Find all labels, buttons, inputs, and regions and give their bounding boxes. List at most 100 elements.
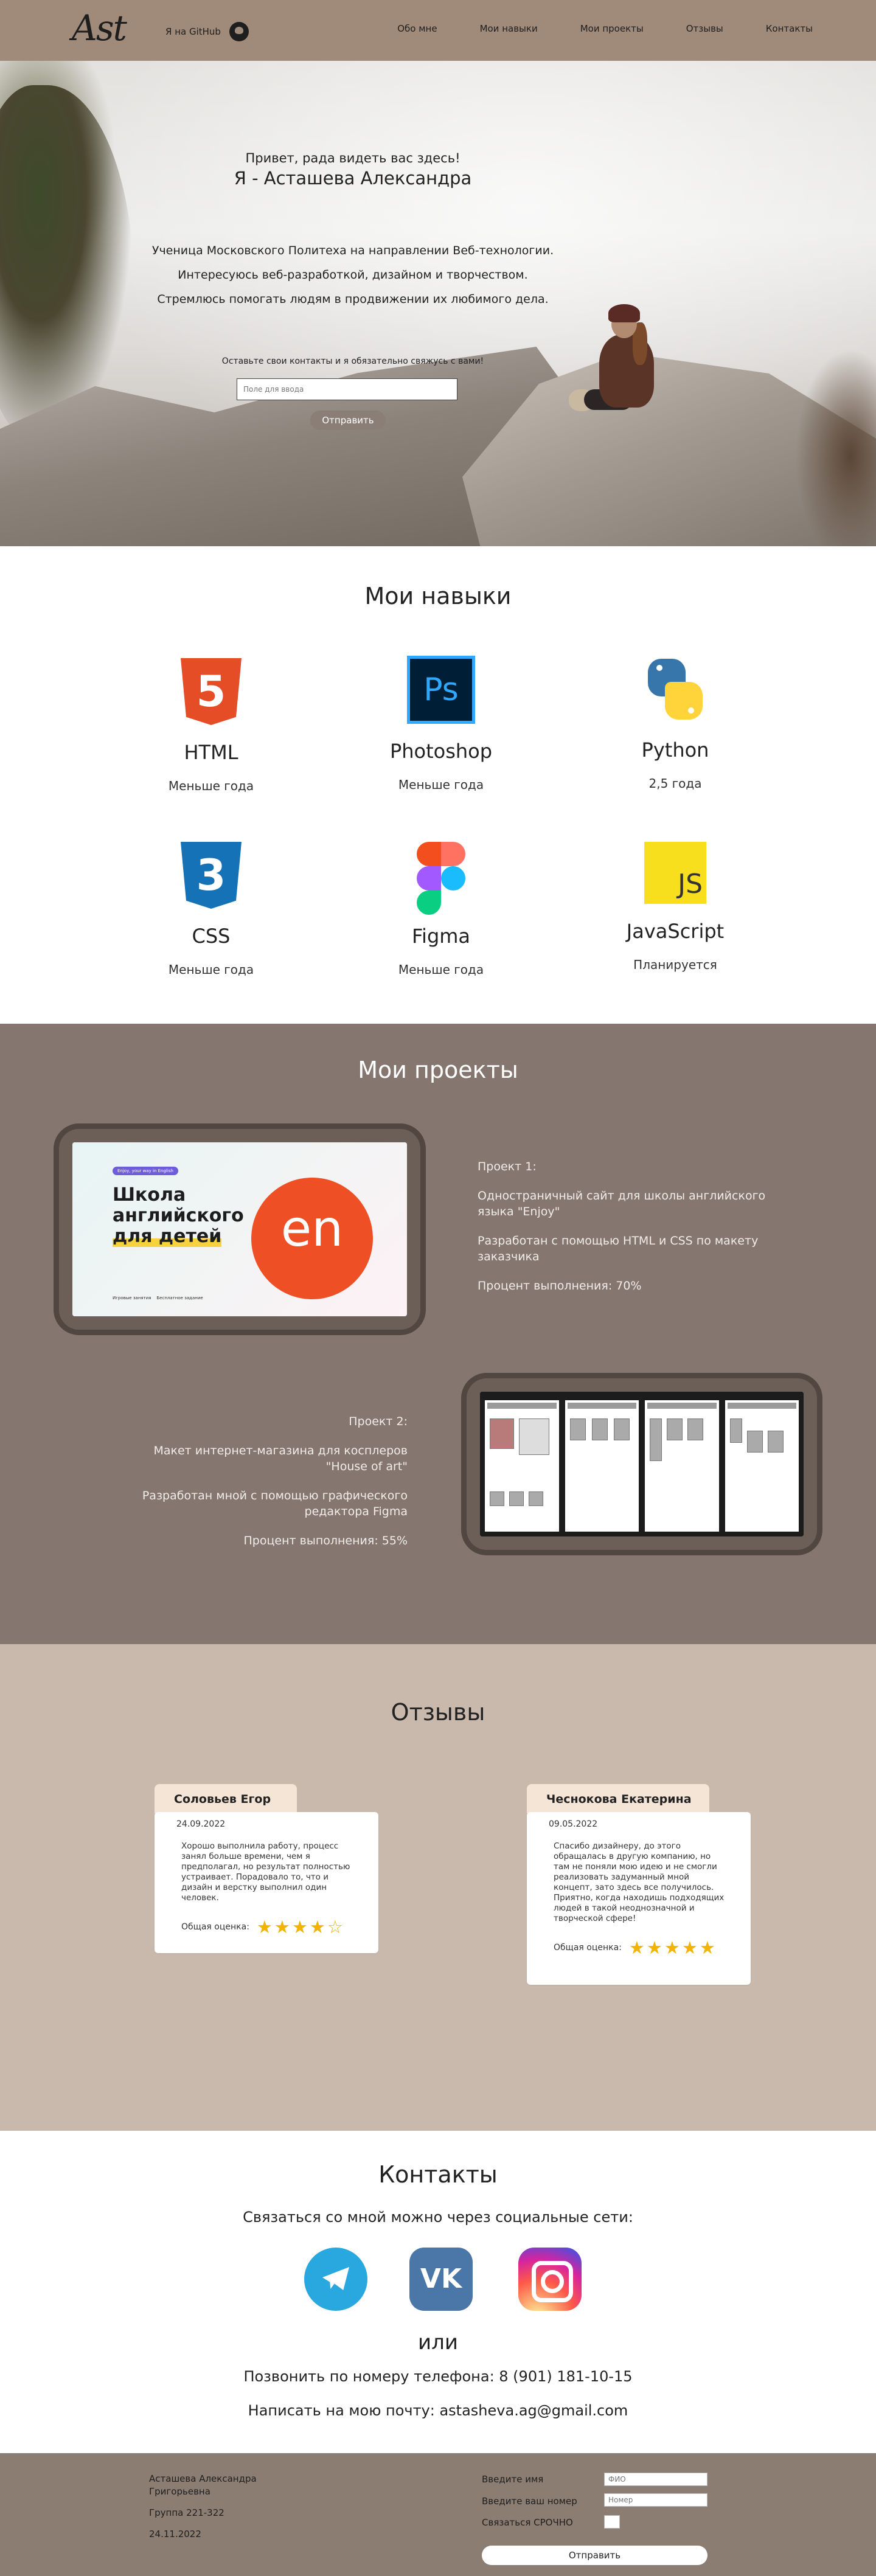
hero-greeting: Привет, рада видеть вас здесь! bbox=[245, 151, 461, 165]
hero-tree-image bbox=[791, 341, 876, 546]
skill-name: CSS bbox=[192, 925, 231, 948]
nav-item-projects[interactable]: Мои проекты bbox=[580, 23, 644, 34]
telegram-icon[interactable] bbox=[304, 2248, 367, 2311]
footer-name-input[interactable] bbox=[604, 2473, 707, 2486]
skill-javascript: JS JavaScript Планируется bbox=[560, 842, 791, 972]
javascript-icon: JS bbox=[644, 842, 706, 904]
header: Ast Я на GitHub Обо мне Мои навыки Мои п… bbox=[0, 0, 876, 61]
send-button[interactable]: Отправить bbox=[310, 411, 386, 430]
logo[interactable]: Ast bbox=[72, 7, 127, 49]
project-progress: Процент выполнения: 70% bbox=[478, 1279, 642, 1293]
project-tech: Разработан с помощью HTML и CSS по макет… bbox=[478, 1234, 759, 1263]
skill-name: HTML bbox=[184, 741, 238, 764]
projects-title: Мои проекты bbox=[358, 1057, 518, 1083]
skill-name: JavaScript bbox=[626, 920, 725, 943]
skill-level: Меньше года bbox=[168, 962, 254, 977]
projects-section: Мои проекты Enjoy, your way in English Ш… bbox=[0, 1024, 876, 1644]
hero-about-line: Стремлюсь помогать людям в продвижении и… bbox=[157, 293, 549, 306]
review-score-label: Общая оценка: bbox=[181, 1922, 249, 1932]
skill-level: Планируется bbox=[633, 957, 717, 972]
review-score: Общая оценка: ★★★★★ bbox=[554, 1937, 726, 1958]
skill-html: HTML Меньше года bbox=[96, 658, 327, 793]
review-score-label: Общая оценка: bbox=[554, 1943, 622, 1953]
review-date: 09.05.2022 bbox=[549, 1819, 598, 1829]
review-author: Чеснокова Екатерина bbox=[527, 1784, 709, 1813]
contacts-section: Контакты Связаться со мной можно через с… bbox=[0, 2131, 876, 2453]
skill-css: CSS Меньше года bbox=[96, 842, 327, 977]
review-card: 09.05.2022 Спасибо дизайнеру, до этого о… bbox=[527, 1812, 751, 1985]
github-icon bbox=[229, 22, 249, 41]
enjoy-logo: en bbox=[251, 1178, 373, 1299]
footer-name: Асташева Александра Григорьевна bbox=[149, 2473, 257, 2497]
nav-item-contacts[interactable]: Контакты bbox=[766, 23, 813, 34]
nav-item-reviews[interactable]: Отзывы bbox=[686, 23, 723, 34]
photoshop-icon: Ps bbox=[407, 656, 475, 724]
footer-group: Группа 221-322 bbox=[149, 2507, 224, 2518]
hero-section: Привет, рада видеть вас здесь! Я - Асташ… bbox=[0, 61, 876, 546]
footer-submit-button[interactable]: Отправить bbox=[482, 2546, 707, 2565]
footer-phone-label: Введите ваш номер bbox=[482, 2496, 577, 2507]
skill-level: 2,5 года bbox=[648, 776, 702, 791]
skill-python: Python 2,5 года bbox=[560, 656, 791, 791]
figma-screenshot bbox=[480, 1392, 804, 1536]
hero-about: Ученица Московского Политеха на направле… bbox=[0, 238, 706, 311]
skill-name: Figma bbox=[411, 925, 471, 948]
enjoy-nav bbox=[72, 1147, 407, 1157]
skill-photoshop: Ps Photoshop Меньше года bbox=[325, 656, 557, 792]
contacts-email[interactable]: Написать на мою почту: astasheva.ag@gmai… bbox=[0, 2402, 876, 2419]
review-text: Хорошо выполнила работу, процесс занял б… bbox=[181, 1841, 350, 1903]
project-2-text: Проект 2: Макет интернет-магазина для ко… bbox=[116, 1414, 408, 1562]
skill-name: Photoshop bbox=[389, 740, 493, 763]
footer-date: 24.11.2022 bbox=[149, 2529, 201, 2540]
footer-phone-input[interactable] bbox=[604, 2493, 707, 2507]
contacts-or: или bbox=[418, 2330, 458, 2355]
project-desc: Одностраничный сайт для школы английског… bbox=[478, 1189, 766, 1218]
contacts-title: Контакты bbox=[378, 2161, 498, 2188]
skill-name: Python bbox=[641, 738, 709, 762]
urgent-checkbox[interactable] bbox=[604, 2515, 620, 2529]
skills-title: Мои навыки bbox=[364, 583, 512, 609]
review-author: Соловьев Егор bbox=[155, 1784, 297, 1813]
star-rating-icon: ★★★★★ bbox=[628, 1937, 717, 1958]
github-label: Я на GitHub bbox=[165, 26, 221, 37]
skill-figma: Figma Меньше года bbox=[325, 842, 557, 977]
project-1-preview[interactable]: Enjoy, your way in English Школа английс… bbox=[54, 1123, 426, 1335]
hero-about-line: Ученица Московского Политеха на направле… bbox=[151, 244, 554, 257]
hero-about-line: Интересуюсь веб-разработкой, дизайном и … bbox=[178, 268, 528, 282]
skill-level: Меньше года bbox=[168, 779, 254, 793]
project-desc: Макет интернет-магазина для косплеров "H… bbox=[153, 1444, 408, 1473]
project-1-text: Проект 1: Одностраничный сайт для школы … bbox=[478, 1159, 770, 1307]
html5-icon bbox=[181, 658, 242, 725]
instagram-icon[interactable] bbox=[518, 2248, 582, 2311]
review-text: Спасибо дизайнеру, до этого обращалась в… bbox=[554, 1841, 725, 1923]
skill-level: Меньше года bbox=[398, 962, 484, 977]
vk-icon[interactable]: VK bbox=[409, 2248, 473, 2311]
css3-icon bbox=[181, 842, 242, 909]
footer: Асташева Александра Григорьевна Группа 2… bbox=[0, 2453, 876, 2576]
python-icon bbox=[642, 656, 709, 723]
enjoy-stats: Игровые занятия Бесплатное задание bbox=[113, 1296, 203, 1300]
social-caption: Связаться со мной можно через социальные… bbox=[243, 2209, 633, 2226]
review-date: 24.09.2022 bbox=[176, 1819, 226, 1829]
reviews-title: Отзывы bbox=[391, 1699, 485, 1726]
review-card: 24.09.2022 Хорошо выполнила работу, проц… bbox=[155, 1812, 378, 1953]
project-progress: Процент выполнения: 55% bbox=[243, 1534, 408, 1547]
contacts-phone[interactable]: Позвонить по номеру телефона: 8 (901) 18… bbox=[0, 2368, 876, 2385]
nav-item-skills[interactable]: Мои навыки bbox=[480, 23, 538, 34]
enjoy-badge: Enjoy, your way in English bbox=[113, 1167, 178, 1175]
reviews-section: Отзывы Соловьев Егор 24.09.2022 Хорошо в… bbox=[0, 1644, 876, 2131]
project-label: Проект 1: bbox=[478, 1160, 537, 1173]
enjoy-headline: Школа английского для детей bbox=[113, 1184, 244, 1247]
project-tech: Разработан мной с помощью графического р… bbox=[142, 1489, 408, 1518]
skills-section: Мои навыки HTML Меньше года Ps Photoshop… bbox=[0, 546, 876, 1024]
star-rating-icon: ★★★★☆ bbox=[256, 1917, 345, 1937]
hero-cta: Оставьте свои контакты и я обязательно с… bbox=[221, 356, 484, 366]
github-link[interactable]: Я на GitHub bbox=[165, 22, 249, 41]
project-2-preview[interactable] bbox=[461, 1373, 822, 1555]
hero-name: Я - Асташева Александра bbox=[234, 168, 472, 189]
skill-level: Меньше года bbox=[398, 777, 484, 792]
footer-name-label: Введите имя bbox=[482, 2474, 544, 2485]
contact-input[interactable] bbox=[237, 378, 457, 400]
footer-info: Асташева Александра Григорьевна Группа 2… bbox=[149, 2473, 271, 2549]
nav-item-about[interactable]: Обо мне bbox=[397, 23, 437, 34]
